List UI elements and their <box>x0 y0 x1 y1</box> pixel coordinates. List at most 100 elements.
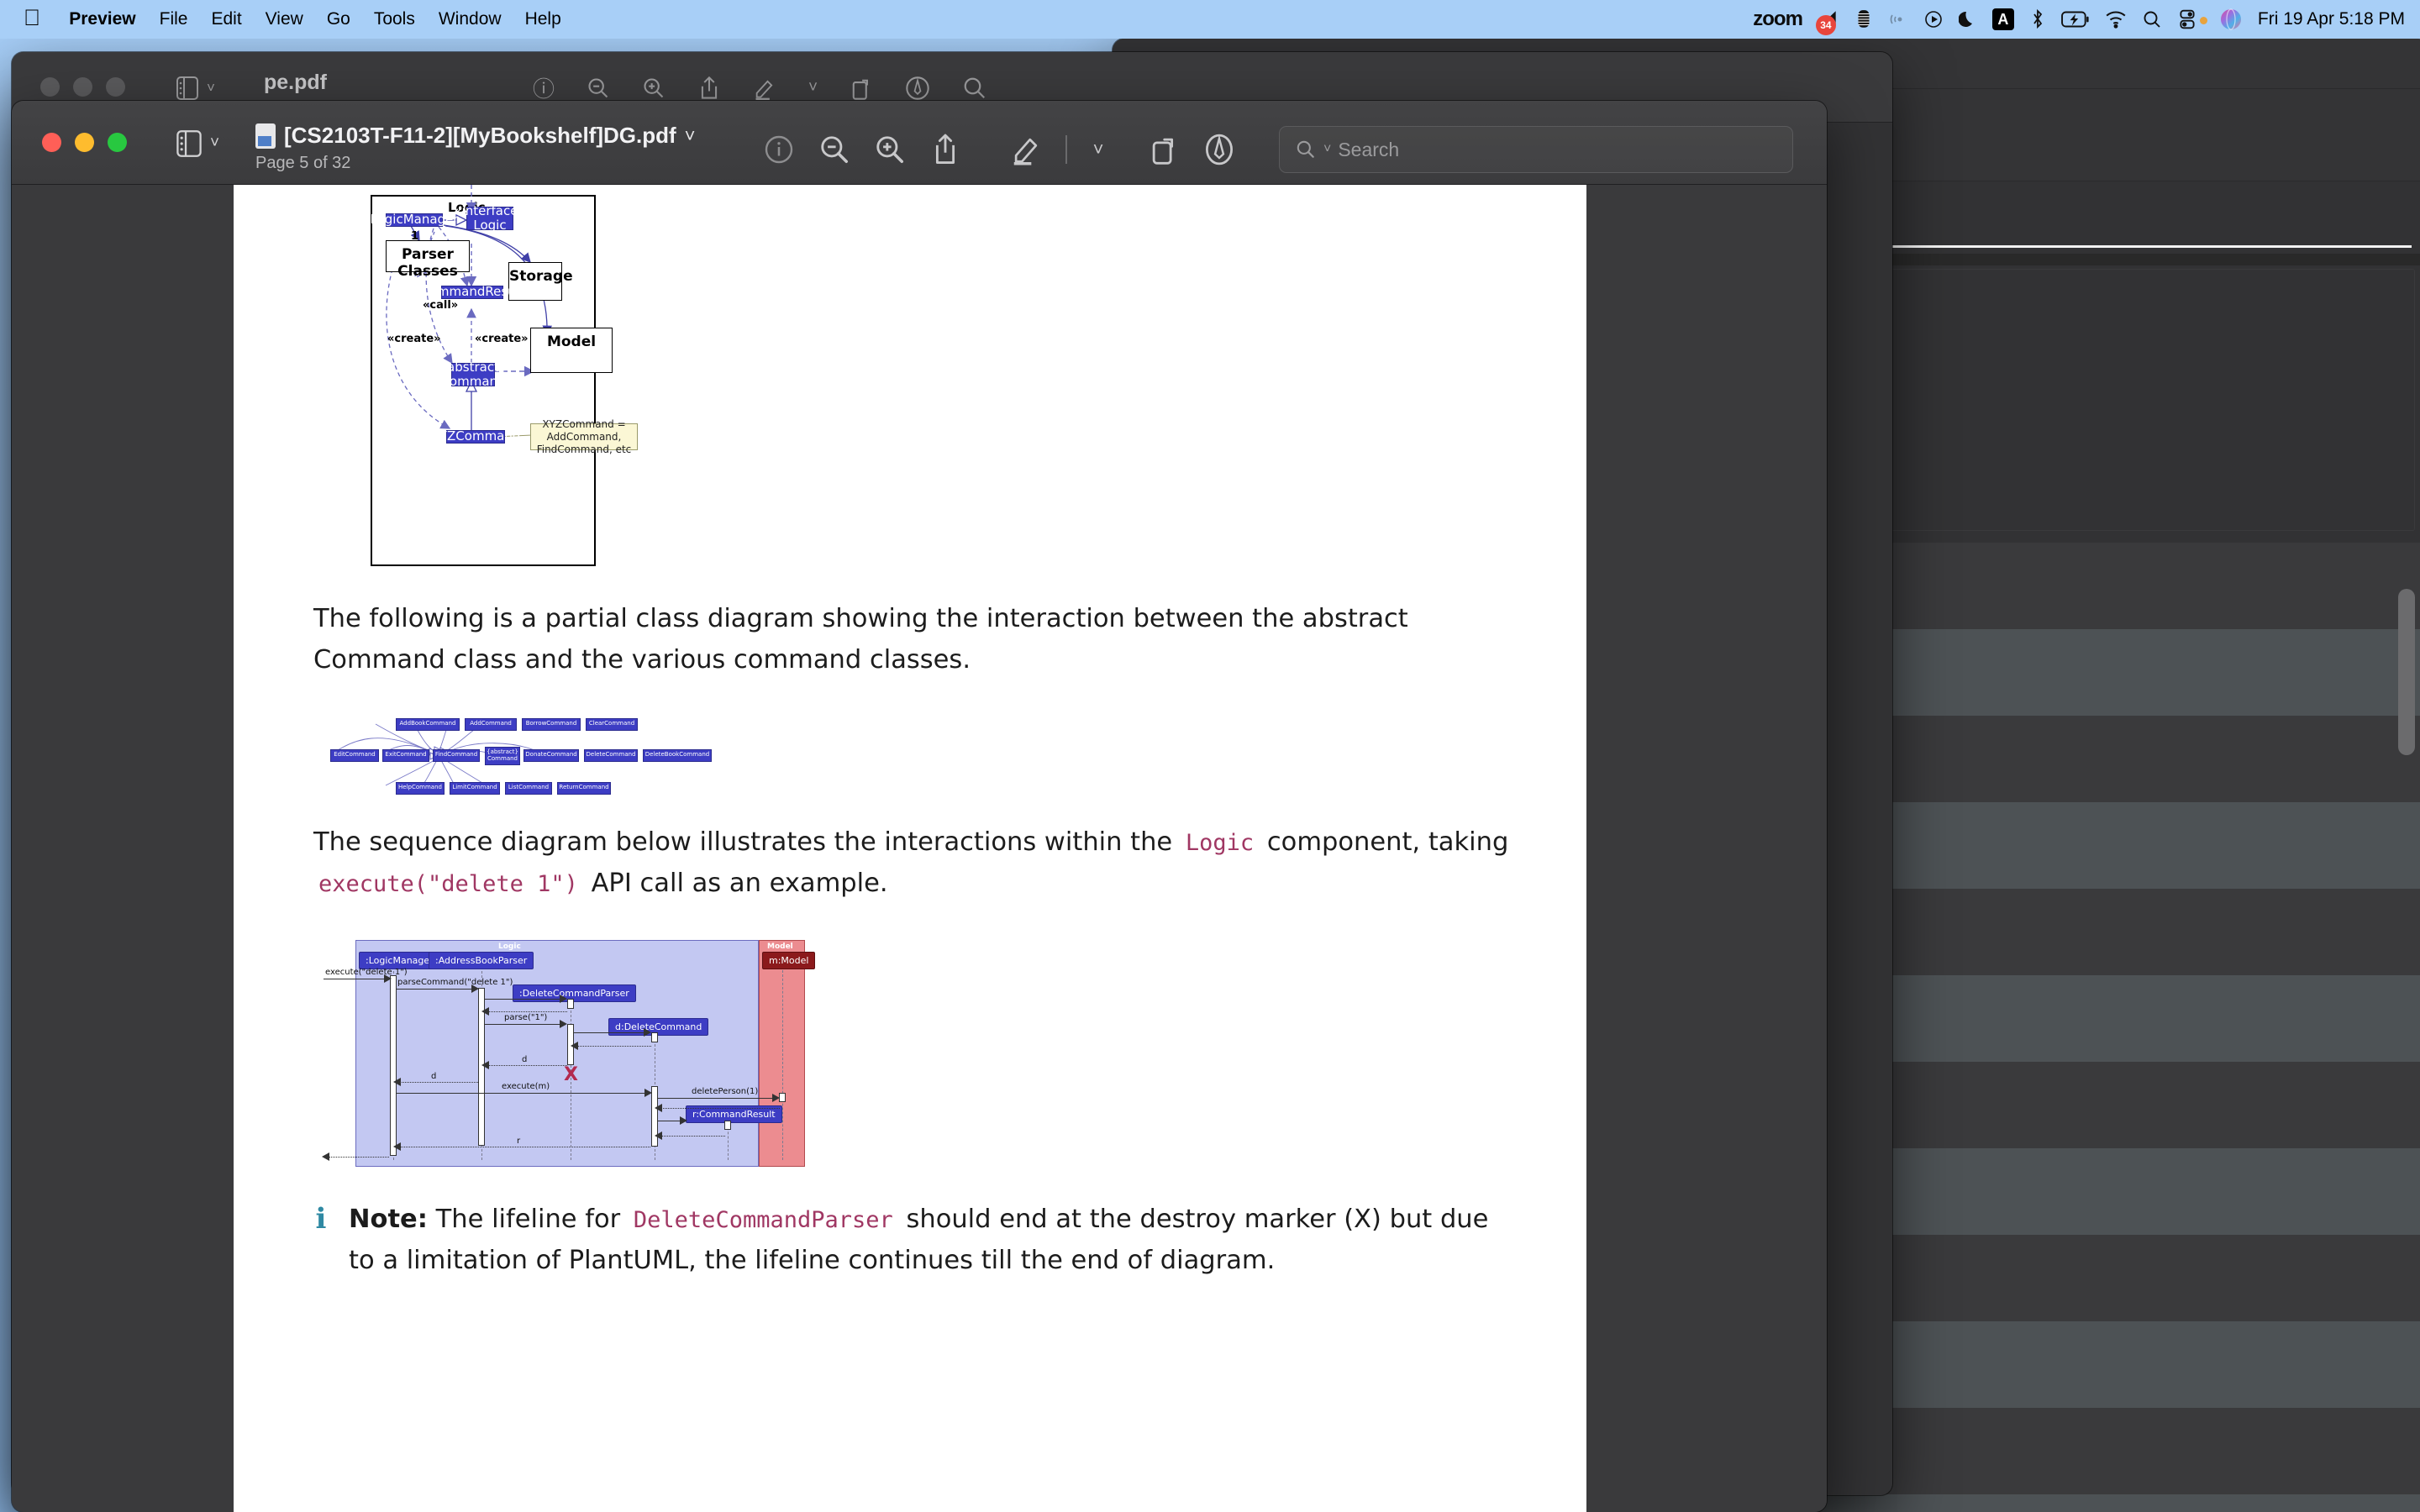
battery-charging-icon[interactable] <box>2061 10 2090 29</box>
annotate-icon[interactable] <box>905 76 930 101</box>
seq-label-execute: execute("delete 1") <box>325 968 408 977</box>
menubar-clock[interactable]: Fri 19 Apr 5:18 PM <box>2258 9 2405 29</box>
seq-arrowhead <box>655 1131 662 1140</box>
paragraph-class-diagram-intro: The following is a partial class diagram… <box>234 598 1586 681</box>
menu-item-help[interactable]: Help <box>513 9 573 29</box>
search-input[interactable]: ˅ Search <box>1279 126 1793 173</box>
seq-arrowhead <box>322 1152 329 1161</box>
preview-front-window[interactable]: ˅ [CS2103T-F11-2][MyBookshelf]DG.pdf ˅ P… <box>12 101 1827 1512</box>
pdf-content-area[interactable]: Logic <box>12 185 1827 1512</box>
seq-arrowhead <box>571 1042 578 1050</box>
chevron-down-icon[interactable]: ˅ <box>808 79 818 97</box>
markup-pen-icon[interactable] <box>998 134 1054 165</box>
menu-item-preview[interactable]: Preview <box>57 9 147 29</box>
playback-icon[interactable] <box>1923 9 1944 29</box>
chevron-down-icon[interactable]: ˅ <box>1079 139 1118 160</box>
rotate-icon[interactable] <box>850 76 873 101</box>
preview-background-toolbar[interactable]: ⓘ ˅ <box>533 72 987 103</box>
spotlight-search-icon[interactable] <box>2142 9 2162 29</box>
do-not-disturb-moon-icon[interactable] <box>1959 9 1977 29</box>
cmd-limitcommand: LimitCommand <box>450 782 500 795</box>
search-icon <box>1295 139 1317 160</box>
close-button[interactable] <box>42 133 61 152</box>
menubar-status-area[interactable]: zoom 34 A <box>1753 0 2405 39</box>
sidebar-toggle-button[interactable]: ˅ <box>176 76 215 101</box>
share-icon[interactable] <box>918 133 973 166</box>
chevron-down-icon[interactable]: ˅ <box>685 125 696 147</box>
destroy-marker-icon: X <box>564 1066 578 1084</box>
menu-item-file[interactable]: File <box>148 9 200 29</box>
rotate-icon[interactable] <box>1136 133 1192 166</box>
minimize-button[interactable] <box>73 77 92 97</box>
seq-activation-commandresult <box>724 1121 731 1130</box>
menu-item-tools[interactable]: Tools <box>362 9 427 29</box>
cylinder-icon[interactable] <box>1854 8 1873 30</box>
window-traffic-lights[interactable] <box>42 133 127 152</box>
vertical-scrollbar[interactable] <box>2398 589 2415 755</box>
seq-label-execute-m: execute(m) <box>502 1082 550 1091</box>
apple-logo-icon[interactable]:  <box>24 7 40 29</box>
para2-text-c: API call as an example. <box>592 869 888 898</box>
seq-label-d-1: d <box>522 1055 527 1064</box>
search-icon[interactable] <box>962 76 987 101</box>
note-text-a: The lifeline for <box>436 1205 621 1234</box>
chevron-down-icon[interactable]: ˅ <box>1323 142 1331 157</box>
preview-front-titlebar[interactable]: ˅ [CS2103T-F11-2][MyBookshelf]DG.pdf ˅ P… <box>12 101 1827 185</box>
chevron-down-icon: ˅ <box>207 80 215 97</box>
info-icon[interactable] <box>751 134 807 165</box>
seq-activation-model <box>779 1093 786 1102</box>
maximize-button[interactable] <box>108 133 127 152</box>
window-traffic-lights[interactable] <box>40 77 125 97</box>
menu-item-edit[interactable]: Edit <box>199 9 253 29</box>
minimize-button[interactable] <box>75 133 94 152</box>
siri-icon[interactable] <box>2219 8 2243 31</box>
wifi-icon[interactable] <box>2105 10 2127 29</box>
sidebar-toggle-button[interactable]: ˅ <box>176 129 219 158</box>
close-button[interactable] <box>40 77 60 97</box>
seq-msg-execute-return <box>324 1157 389 1158</box>
seq-activation-logicmanager <box>390 975 397 1156</box>
zoom-out-icon[interactable] <box>587 76 610 100</box>
zoom-in-icon[interactable] <box>862 134 918 165</box>
zoom-out-icon[interactable] <box>807 134 862 165</box>
airdrop-icon[interactable] <box>1888 9 1908 29</box>
macos-menubar[interactable]:  Preview File Edit View Go Tools Window… <box>0 0 2420 39</box>
cmd-addbookcommand: AddBookCommand <box>396 718 460 731</box>
markup-pen-icon[interactable] <box>753 76 776 100</box>
bluetooth-icon[interactable] <box>2029 8 2046 30</box>
seq-msg-d-to-logicmanager <box>397 1082 478 1083</box>
info-icon[interactable]: ⓘ <box>533 72 555 103</box>
zoom-app-icon[interactable]: zoom <box>1753 8 1802 31</box>
document-title-block: [CS2103T-F11-2][MyBookshelf]DG.pdf ˅ Pag… <box>255 123 696 173</box>
zoom-in-icon[interactable] <box>642 76 666 100</box>
menu-item-go[interactable]: Go <box>315 9 362 29</box>
seq-obj-model: m:Model <box>762 952 815 969</box>
maximize-button[interactable] <box>106 77 125 97</box>
note-text: Note: The lifeline for DeleteCommandPars… <box>349 1199 1511 1282</box>
create-stereotype-label-1: «create» <box>387 333 441 345</box>
model-box: Model <box>530 328 613 373</box>
input-source-a-icon[interactable]: A <box>1992 8 2014 30</box>
para2-text-a: The sequence diagram below illustrates t… <box>313 827 1172 857</box>
wifi-signal-icon[interactable]: 34 <box>1818 8 1839 30</box>
notification-badge: 34 <box>1816 15 1836 35</box>
seq-arrowhead <box>655 1104 662 1112</box>
cmd-donatecommand: DonateCommand <box>523 749 579 762</box>
preview-front-toolbar[interactable]: ˅ ˅ Search <box>751 126 1793 173</box>
seq-msg-deleteperson <box>658 1098 778 1099</box>
control-center-icon[interactable] <box>2177 9 2197 29</box>
abstract-command-class: {abstract}Command <box>451 363 495 386</box>
multiplicity-label: 1 <box>411 230 418 243</box>
menu-item-view[interactable]: View <box>254 9 315 29</box>
annotate-icon[interactable] <box>1192 133 1247 166</box>
logic-interface-class: «interface»Logic <box>466 207 513 230</box>
cmd-borrowcommand: BorrowCommand <box>522 718 581 731</box>
seq-label-parse: parse("1") <box>504 1013 547 1022</box>
call-stereotype-label: «call» <box>423 299 458 312</box>
menu-item-window[interactable]: Window <box>427 9 513 29</box>
storage-label: Storage <box>509 263 561 285</box>
share-icon[interactable] <box>697 76 721 101</box>
seq-arrowhead <box>481 1007 489 1016</box>
page-status: Page 5 of 32 <box>255 154 696 173</box>
logic-class-diagram: Logic <box>322 185 792 580</box>
